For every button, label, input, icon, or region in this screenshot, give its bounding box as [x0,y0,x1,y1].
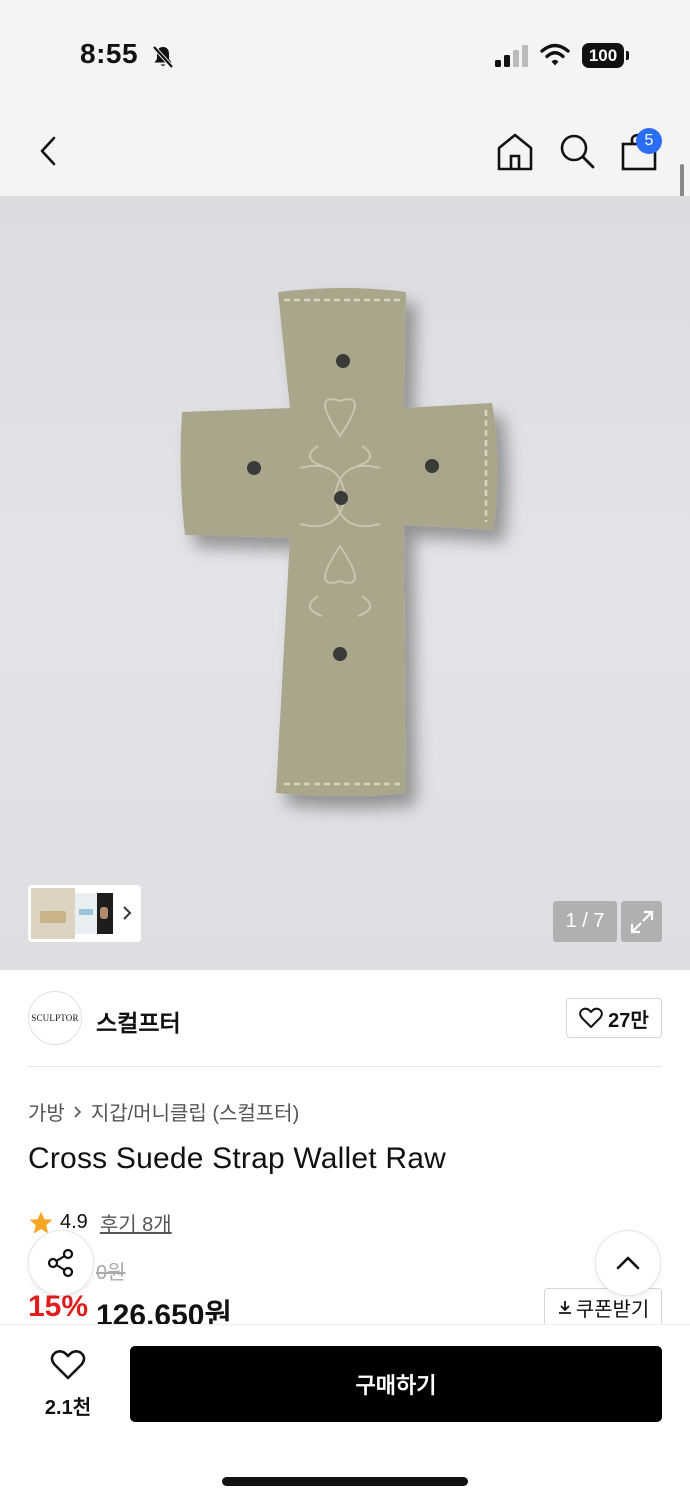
chevron-up-icon [616,1256,640,1270]
review-link[interactable]: 후기 8개 [100,1208,172,1237]
home-indicator [222,1477,468,1486]
battery-level: 100 [582,43,624,68]
bottom-action-bar: 2.1천 구매하기 [0,1324,690,1500]
share-icon [47,1248,74,1278]
cart-count-badge: 5 [636,128,662,154]
cross-wallet-illustration [180,288,498,797]
expand-button[interactable] [621,901,662,942]
thumbnail-strip[interactable] [28,885,141,942]
wifi-icon [540,43,570,66]
heart-icon [50,1350,86,1380]
battery-indicator: 100 [582,43,630,68]
share-button[interactable] [28,1230,94,1296]
back-icon[interactable] [34,134,64,168]
nav-bar [0,110,690,196]
brand-like-button[interactable]: 27만 [566,998,662,1038]
download-icon [558,1301,571,1314]
coupon-label: 쿠폰받기 [575,1298,650,1321]
thumbnail-3[interactable] [97,893,113,934]
image-page-counter: 1 / 7 [553,901,617,942]
wish-count: 2.1천 [44,1397,92,1419]
breadcrumb-category[interactable]: 가방 [28,1097,65,1126]
wish-button[interactable]: 2.1천 [30,1347,106,1421]
bell-slash-icon [152,45,174,69]
buy-button[interactable]: 구매하기 [130,1346,662,1422]
breadcrumb-subcategory[interactable]: 지갑/머니클립 (스컬프터) [91,1097,299,1126]
status-bar: 8:55 100 [0,0,690,110]
product-image[interactable] [0,196,690,970]
thumbnail-1[interactable] [31,888,75,939]
home-icon[interactable] [496,132,534,172]
scroll-top-button[interactable] [595,1230,661,1296]
brand-name[interactable]: 스컬프터 [96,1004,181,1038]
coupon-button[interactable]: 쿠폰받기 [544,1288,662,1326]
divider [28,1066,662,1067]
search-icon[interactable] [558,132,596,170]
expand-icon [630,910,653,933]
thumbnail-2[interactable] [75,893,97,934]
breadcrumb: 가방 지갑/머니클립 (스컬프터) [28,1097,299,1126]
chevron-right-icon[interactable] [120,903,134,923]
original-price: 0원 [96,1262,126,1284]
heart-icon [579,1007,604,1028]
product-title: Cross Suede Strap Wallet Raw [28,1142,446,1175]
brand-logo[interactable]: SCULPTOR [28,991,82,1045]
chevron-right-icon [74,1105,81,1118]
brand-like-count: 27만 [608,1009,649,1032]
status-time: 8:55 [80,38,139,69]
signal-icon [495,45,528,67]
